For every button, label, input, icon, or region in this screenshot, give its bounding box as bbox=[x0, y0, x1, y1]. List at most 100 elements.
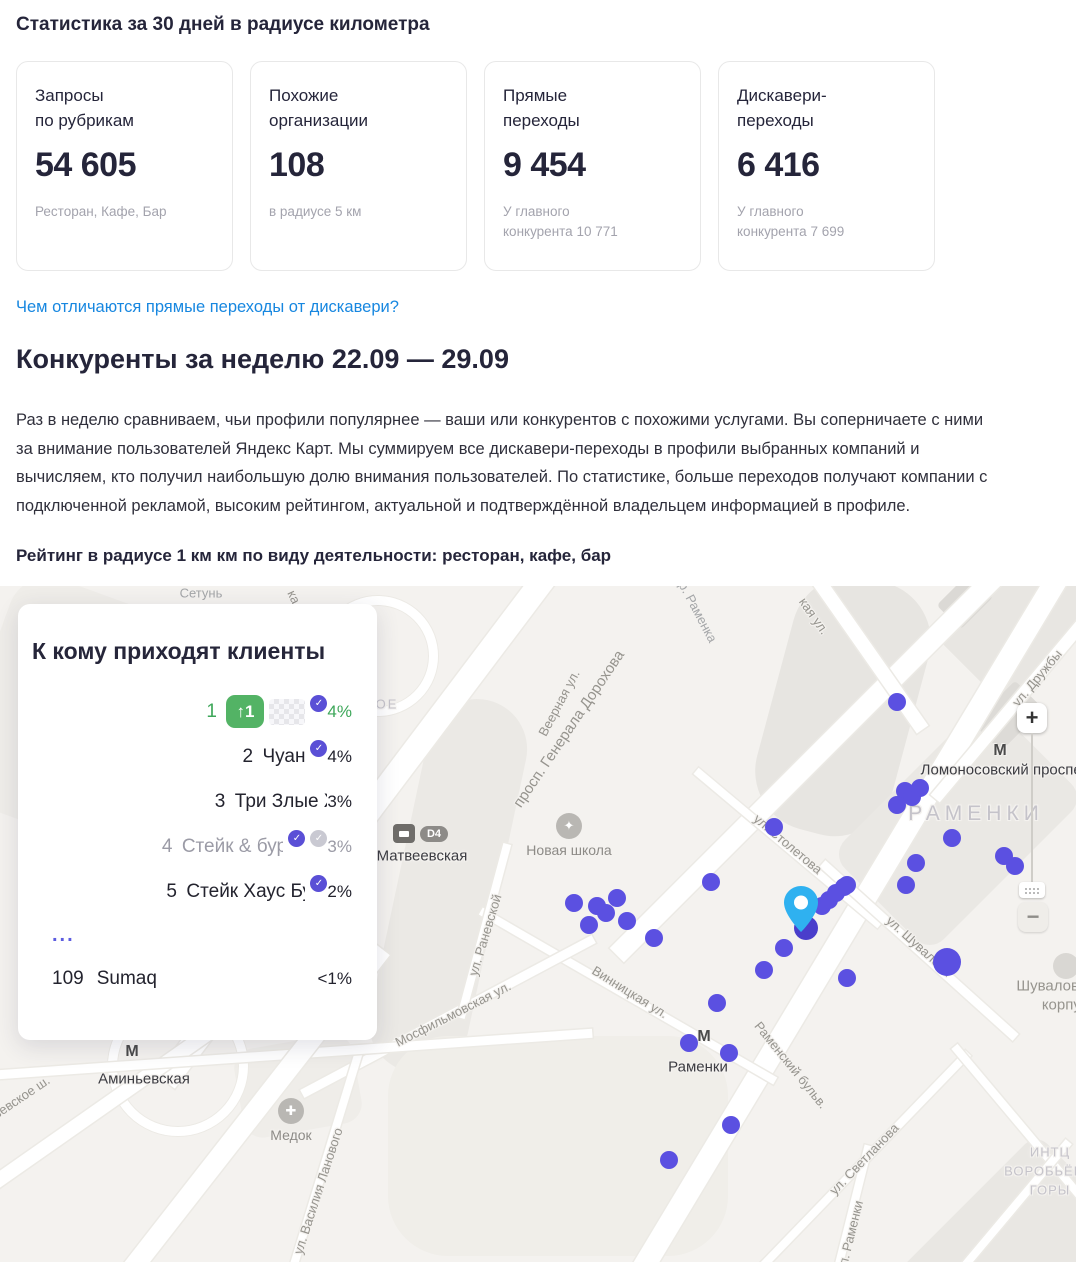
competitor-dot[interactable] bbox=[580, 916, 598, 934]
stat-card-value: 108 bbox=[269, 146, 325, 184]
competitor-dot[interactable] bbox=[933, 948, 961, 976]
competitor-dot[interactable] bbox=[597, 904, 615, 922]
verified-badge: ✓ bbox=[310, 830, 328, 847]
map-canvas[interactable]: Сетунь ка р. Раменка Веерная ул. просп. Гене… bbox=[0, 586, 1076, 1262]
competitors-description: Раз в неделю сравниваем, чьи профили поп… bbox=[16, 411, 988, 515]
zoom-slider-handle[interactable] bbox=[1019, 882, 1045, 898]
ranking-row-name: Стейк Хаус Бутчер bbox=[186, 880, 305, 902]
ranking-row[interactable]: 3 Три Злые Жены3% bbox=[18, 779, 377, 824]
zoom-in-button[interactable]: + bbox=[1017, 703, 1047, 733]
competitor-dot[interactable] bbox=[645, 929, 663, 947]
ranking-row[interactable]: 2 Чуаньюй✓4% bbox=[18, 734, 377, 779]
zoom-slider-track[interactable] bbox=[1031, 733, 1033, 884]
ranking-row-name: Три Злые Жены bbox=[234, 790, 328, 812]
ranking-row-rank: 4 bbox=[161, 835, 173, 857]
stat-card: Запросы по рубрикам 54 605 Ресторан, Кафе, … bbox=[16, 61, 233, 271]
competitor-dot[interactable] bbox=[765, 818, 783, 836]
poi-label: Новая школа bbox=[526, 842, 612, 858]
footer-name: Sumaq bbox=[96, 968, 157, 989]
location-pin[interactable] bbox=[782, 884, 820, 939]
competitor-dot[interactable] bbox=[907, 854, 925, 872]
ranking-row-name: Чуаньюй bbox=[262, 745, 306, 767]
ranking-row-percent: 3% bbox=[327, 836, 352, 856]
verified-badge: ✓ bbox=[310, 875, 328, 892]
street-label: Веерная ул. bbox=[535, 667, 583, 739]
ranking-row-rank: 3 bbox=[214, 790, 226, 812]
stat-card-title: Похожие организации bbox=[269, 86, 369, 130]
competitor-dot[interactable] bbox=[943, 829, 961, 847]
ranking-panel: К кому приходят клиенты 1↑1✓4%2Чуаньюй✓4… bbox=[18, 604, 377, 1040]
competitor-dot[interactable] bbox=[897, 876, 915, 894]
competitor-dot[interactable] bbox=[755, 961, 773, 979]
verified-badge: ✓ bbox=[310, 695, 328, 712]
stat-card-caption: Ресторан, Кафе, Бар bbox=[35, 204, 167, 219]
footer-rank: 109 bbox=[52, 968, 84, 989]
competitor-dot[interactable] bbox=[708, 994, 726, 1012]
street-label: Сетунь bbox=[179, 586, 223, 601]
stat-card-caption: в радиусе 5 км bbox=[269, 204, 362, 219]
ranking-row-rank: 2 bbox=[242, 745, 254, 767]
pin-icon bbox=[784, 886, 818, 932]
ranking-rows: 1↑1✓4%2Чуаньюй✓4%3Три Злые Жены3%4Стейк … bbox=[18, 689, 377, 914]
competitor-dot[interactable] bbox=[720, 1044, 738, 1062]
ranking-row-rank: 5 bbox=[166, 880, 177, 902]
competitors-title: Конкуренты за неделю 22.09 — 29.09 bbox=[16, 344, 509, 374]
competitor-dot[interactable] bbox=[565, 894, 583, 912]
ranking-row-percent: 4% bbox=[327, 701, 352, 721]
street-label: р. Раменка bbox=[675, 586, 721, 645]
stat-card-value: 54 605 bbox=[35, 146, 137, 184]
faq-link[interactable]: Чем отличаются прямые переходы от дискав… bbox=[16, 298, 399, 317]
competitor-dot[interactable] bbox=[618, 912, 636, 930]
medical-cross-icon[interactable]: ✚ bbox=[278, 1098, 304, 1124]
road bbox=[823, 1144, 873, 1262]
rating-caption: Рейтинг в радиусе 1 км км по виду деятел… bbox=[16, 546, 612, 565]
show-more-ellipsis[interactable]: ... bbox=[52, 925, 377, 945]
school-icon[interactable]: ✦ bbox=[556, 813, 582, 839]
street-label: Шуваловский bbox=[1016, 977, 1076, 995]
ranking-row[interactable]: 1 ↑1 ✓ 4% bbox=[18, 689, 377, 734]
zoom-out-button[interactable]: − bbox=[1018, 902, 1048, 932]
railway-icon[interactable] bbox=[393, 824, 415, 843]
stat-card-title: Дискавери-переходы bbox=[737, 86, 827, 130]
metro-icon[interactable]: М bbox=[993, 742, 1006, 760]
street-label: Аминьевское ш. bbox=[0, 1072, 53, 1140]
competitor-dot[interactable] bbox=[722, 1116, 740, 1134]
ranking-row[interactable]: 4Стейк & бургер Мирато...✓✓3% bbox=[18, 824, 377, 869]
stat-card: Дискавери-переходы 6 416 У главного конкуре… bbox=[718, 61, 935, 271]
stat-card-title: Запросы по рубрикам bbox=[35, 86, 134, 130]
stat-card-value: 9 454 bbox=[503, 146, 586, 184]
verified-badge: ✓ bbox=[288, 830, 306, 847]
street-label: корпус bbox=[1041, 996, 1076, 1014]
map-terrain-blob bbox=[359, 689, 537, 1083]
competitor-dot[interactable] bbox=[608, 889, 626, 907]
competitor-dot[interactable] bbox=[1006, 857, 1024, 875]
d4-road-badge: D4 bbox=[420, 826, 448, 842]
ranking-row-percent: 2% bbox=[327, 881, 352, 901]
competitor-dot[interactable] bbox=[888, 693, 906, 711]
competitor-dot[interactable] bbox=[680, 1034, 698, 1052]
rank-up-badge: ↑1 bbox=[226, 695, 265, 728]
ranking-footer-row[interactable]: 109 Sumaq <1% bbox=[52, 968, 352, 990]
competitor-dot[interactable] bbox=[702, 873, 720, 891]
competitor-dot[interactable] bbox=[660, 1151, 678, 1169]
footer-percent: <1% bbox=[317, 969, 353, 988]
page-content: Статистика за 30 дней в радиусе километр… bbox=[0, 0, 1092, 566]
street-label: просп. Генерала Дорохова bbox=[510, 647, 628, 811]
verified-badge: ✓ bbox=[310, 740, 328, 757]
page-title: Статистика за 30 дней в радиусе километр… bbox=[16, 14, 430, 35]
competitor-dot[interactable] bbox=[911, 779, 929, 797]
ranking-row-percent: 3% bbox=[327, 791, 352, 811]
competitor-dot[interactable] bbox=[838, 969, 856, 987]
competitor-dot[interactable] bbox=[775, 939, 793, 957]
stat-card: Похожие организации 108 в радиусе 5 км bbox=[250, 61, 467, 271]
poi-circle-fragment bbox=[1053, 953, 1076, 979]
masked-name-placeholder bbox=[269, 698, 306, 725]
metro-icon[interactable]: М bbox=[125, 1043, 138, 1061]
competitor-dot[interactable] bbox=[835, 878, 853, 896]
stats-cards: Запросы по рубрикам 54 605 Ресторан, Кафе, … bbox=[16, 61, 1076, 271]
ranking-row[interactable]: 5 Стейк Хаус Бутчер ✓2% bbox=[18, 869, 377, 914]
metro-icon[interactable]: М bbox=[697, 1028, 710, 1046]
stat-card-title: Прямые переходы bbox=[503, 86, 580, 130]
ranking-row-percent: 4% bbox=[327, 746, 352, 766]
stat-card-value: 6 416 bbox=[737, 146, 820, 184]
